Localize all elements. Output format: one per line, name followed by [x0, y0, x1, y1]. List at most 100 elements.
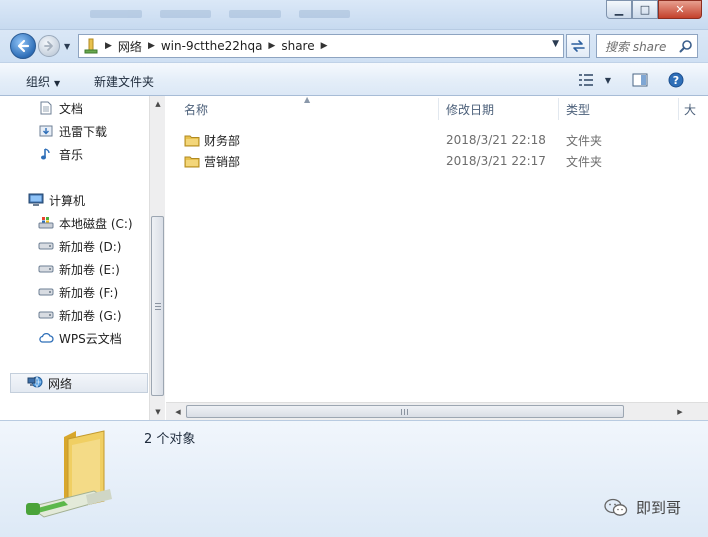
search-input[interactable]: 搜索 share	[605, 38, 679, 55]
file-name: 财务部	[204, 133, 241, 148]
recent-pages-dropdown[interactable]: ▼	[64, 42, 70, 51]
address-row: ▼ ▶ 网络 ▶ win-9ctthe22hqa ▶ share ▶ ▼ 搜索 …	[0, 30, 708, 62]
view-dropdown-icon[interactable]: ▼	[600, 72, 616, 88]
blurred-title	[90, 10, 350, 20]
search-icon[interactable]	[679, 39, 693, 53]
computer-icon	[28, 192, 44, 208]
nav-item-network[interactable]: 网络	[10, 373, 148, 393]
download-icon	[38, 123, 54, 139]
grip-icon	[155, 303, 161, 310]
breadcrumb-network[interactable]: 网络	[118, 38, 142, 55]
nav-item-label: 音乐	[59, 147, 84, 162]
file-type: 文件夹	[566, 154, 603, 169]
watermark: 即到哥	[604, 497, 681, 518]
title-bar: ▁ □ ✕	[0, 0, 708, 30]
refresh-button[interactable]	[566, 34, 590, 58]
navigation-pane: 文档 迅雷下载 音乐 计算机 本地磁盘 (C:) 新加卷 (D:) 新加卷 (E…	[0, 96, 150, 420]
nav-item-computer[interactable]: 计算机	[28, 190, 85, 210]
nav-item-label: 文档	[59, 101, 84, 116]
arrow-left-icon	[17, 39, 30, 53]
sort-ascending-icon: ▲	[304, 96, 311, 104]
nav-item-wps-cloud[interactable]: WPS云文档	[38, 328, 122, 348]
item-count: 2 个对象	[144, 432, 196, 447]
nav-item-label: 本地磁盘 (C:)	[59, 216, 133, 231]
nav-item-drive-d[interactable]: 新加卷 (D:)	[38, 236, 121, 256]
music-icon	[38, 146, 54, 162]
nav-item-documents[interactable]: 文档	[38, 98, 83, 118]
column-divider[interactable]	[678, 98, 679, 120]
document-icon	[38, 100, 54, 116]
file-name: 营销部	[204, 154, 241, 169]
help-icon[interactable]: ?	[668, 72, 684, 88]
column-divider[interactable]	[558, 98, 559, 120]
breadcrumb-separator[interactable]: ▶	[268, 41, 275, 51]
file-modified: 2018/3/21 22:17	[446, 154, 546, 168]
file-list-scrollbar[interactable]: ◀ ▶	[166, 402, 708, 420]
nav-item-label: 迅雷下载	[59, 124, 108, 139]
local-disk-icon	[38, 215, 54, 231]
scroll-right-icon[interactable]: ▶	[672, 404, 688, 420]
nav-item-drive-c[interactable]: 本地磁盘 (C:)	[38, 213, 133, 233]
cloud-icon	[38, 330, 54, 346]
maximize-button[interactable]: □	[632, 0, 658, 19]
file-type: 文件夹	[566, 133, 603, 148]
scroll-up-icon[interactable]: ▲	[150, 96, 166, 112]
svg-text:?: ?	[673, 74, 679, 87]
window-controls: ▁ □ ✕	[606, 0, 702, 19]
table-row[interactable]: 营销部 2018/3/21 22:17 文件夹	[184, 151, 624, 171]
shared-folder-icon	[26, 430, 112, 518]
arrow-right-icon	[44, 41, 53, 51]
forward-button[interactable]	[38, 35, 60, 57]
navigation-scrollbar[interactable]: ▲ ▼	[149, 96, 165, 420]
minimize-button[interactable]: ▁	[606, 0, 632, 19]
nav-item-label: 计算机	[49, 193, 86, 208]
back-button[interactable]	[10, 33, 36, 59]
breadcrumb-host[interactable]: win-9ctthe22hqa	[161, 39, 263, 53]
scroll-thumb[interactable]	[186, 405, 624, 418]
column-header-modified[interactable]: 修改日期	[446, 96, 494, 122]
breadcrumb-separator[interactable]: ▶	[321, 41, 328, 51]
nav-item-label: WPS云文档	[59, 331, 122, 346]
refresh-icon	[571, 40, 585, 52]
nav-item-drive-f[interactable]: 新加卷 (F:)	[38, 282, 118, 302]
details-pane: 2 个对象 即到哥	[0, 420, 708, 537]
column-divider[interactable]	[438, 98, 439, 120]
command-toolbar: 组织 ▼ 新建文件夹 ▼ ?	[0, 62, 708, 96]
watermark-text: 即到哥	[636, 499, 682, 517]
address-dropdown-icon[interactable]: ▼	[552, 39, 559, 49]
organize-menu[interactable]: 组织 ▼	[26, 73, 60, 90]
breadcrumb-separator[interactable]: ▶	[148, 41, 155, 51]
nav-item-label: 网络	[48, 376, 73, 391]
close-button[interactable]: ✕	[658, 0, 702, 19]
nav-item-label: 新加卷 (G:)	[59, 308, 122, 323]
scroll-down-icon[interactable]: ▼	[150, 404, 166, 420]
view-options-icon[interactable]	[578, 72, 594, 88]
nav-item-music[interactable]: 音乐	[38, 144, 83, 164]
breadcrumb-separator[interactable]: ▶	[105, 41, 112, 51]
nav-item-thunder-downloads[interactable]: 迅雷下载	[38, 121, 107, 141]
table-row[interactable]: 财务部 2018/3/21 22:18 文件夹	[184, 130, 624, 150]
search-box[interactable]: 搜索 share	[596, 34, 698, 58]
chevron-down-icon: ▼	[54, 79, 61, 88]
file-modified: 2018/3/21 22:18	[446, 133, 546, 147]
nav-item-label: 新加卷 (E:)	[59, 262, 120, 277]
breadcrumb-share[interactable]: share	[281, 39, 314, 53]
network-icon	[27, 375, 43, 391]
column-header-size[interactable]: 大	[684, 96, 696, 122]
nav-item-drive-e[interactable]: 新加卷 (E:)	[38, 259, 120, 279]
address-bar[interactable]: ▶ 网络 ▶ win-9ctthe22hqa ▶ share ▶ ▼	[78, 34, 564, 58]
nav-item-label: 新加卷 (D:)	[59, 239, 122, 254]
drive-icon	[38, 238, 54, 254]
network-folder-icon	[83, 38, 99, 54]
new-folder-button[interactable]: 新建文件夹	[94, 73, 154, 90]
organize-label: 组织	[26, 75, 51, 89]
content-area: 文档 迅雷下载 音乐 计算机 本地磁盘 (C:) 新加卷 (D:) 新加卷 (E…	[0, 96, 708, 420]
grip-icon	[401, 409, 408, 415]
folder-icon	[184, 132, 200, 148]
column-header-type[interactable]: 类型	[566, 96, 590, 122]
preview-pane-icon[interactable]	[632, 72, 648, 88]
scroll-left-icon[interactable]: ◀	[170, 404, 186, 420]
nav-item-drive-g[interactable]: 新加卷 (G:)	[38, 305, 122, 325]
scroll-thumb[interactable]	[151, 216, 164, 396]
column-header-name[interactable]: 名称	[184, 96, 208, 122]
